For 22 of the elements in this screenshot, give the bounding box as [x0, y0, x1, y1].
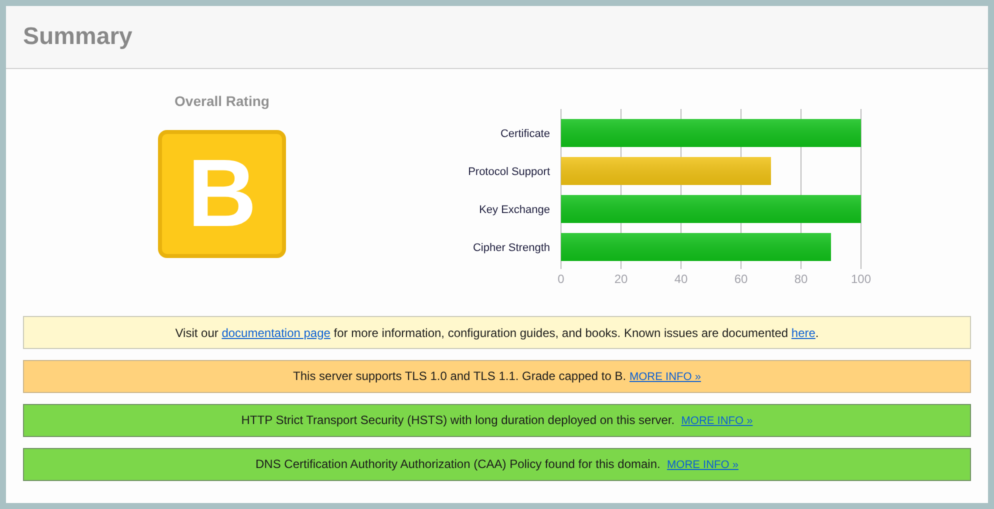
bar-label: Cipher Strength: [472, 242, 550, 254]
axis-tick-label: 20: [614, 272, 628, 286]
notice-text: Visit our documentation page for more information, configuration guides, and books. Known issues are documented here.: [175, 324, 819, 342]
axis-tick-label: 60: [734, 272, 748, 286]
grade-badge: B: [158, 130, 286, 258]
link[interactable]: documentation page: [222, 326, 330, 340]
axis-tick-label: 0: [558, 272, 564, 286]
bar-label: Certificate: [500, 128, 550, 140]
notice-text: DNS Certification Authority Authorization (CAA) Policy found for this domain. MORE INFO »: [255, 456, 739, 474]
notice-text: HTTP Strict Transport Security (HSTS) with long duration deployed on this server. MORE INFO »: [241, 412, 753, 430]
panel-title: Summary: [23, 22, 132, 52]
axis-tick-label: 80: [794, 272, 808, 286]
link[interactable]: MORE INFO »: [681, 415, 753, 428]
axis-tick-label: 40: [674, 272, 688, 286]
axis-tick-label: 100: [850, 272, 872, 286]
overall-rating-label: Overall Rating: [174, 92, 270, 111]
bar-label: Key Exchange: [479, 204, 550, 216]
link[interactable]: MORE INFO »: [629, 371, 701, 384]
bar-label: Protocol Support: [468, 166, 550, 178]
notice-text: This server supports TLS 1.0 and TLS 1.1. Grade capped to B. MORE INFO »: [293, 368, 701, 386]
link[interactable]: here: [791, 326, 816, 340]
link[interactable]: MORE INFO »: [667, 459, 739, 472]
